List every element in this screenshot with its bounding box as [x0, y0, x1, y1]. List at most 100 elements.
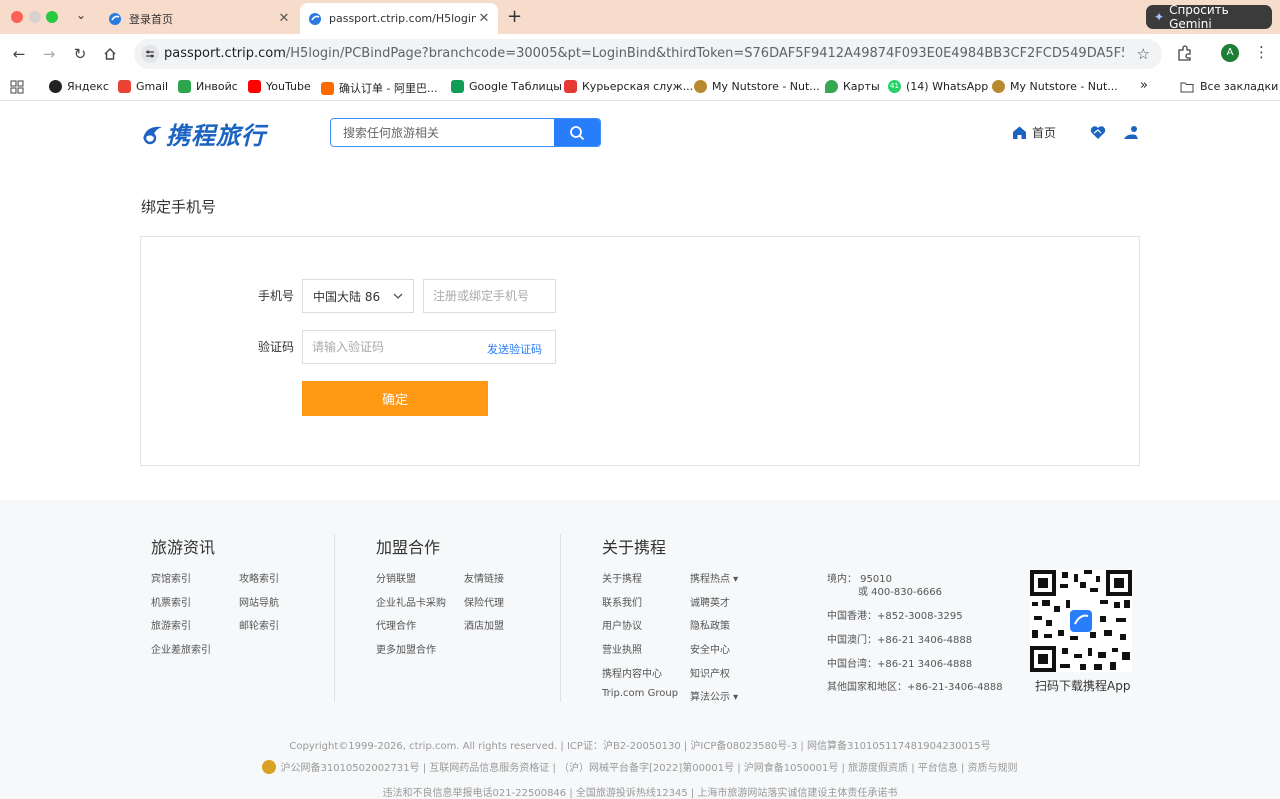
- bookmark-youtube[interactable]: YouTube: [248, 80, 311, 93]
- footer-link[interactable]: Trip.com Group: [602, 688, 678, 699]
- bookmark-label: My Nutstore - Nut...: [1010, 80, 1118, 93]
- user-icon[interactable]: [1122, 124, 1140, 142]
- tab-close-icon[interactable]: ✕: [476, 11, 492, 26]
- site-settings-tune-icon[interactable]: [140, 44, 160, 64]
- bookmark-alibaba[interactable]: 确认订单 - 阿里巴...: [321, 80, 437, 96]
- bookmark-google-sheets[interactable]: Google Таблицы: [451, 80, 562, 93]
- youtube-icon: [248, 80, 261, 93]
- footer-link[interactable]: 宾馆索引: [151, 570, 191, 585]
- footer-link[interactable]: 分销联盟: [376, 570, 416, 585]
- footer-link[interactable]: 酒店加盟: [464, 617, 504, 632]
- footer-link[interactable]: 代理合作: [376, 617, 416, 632]
- footer-link[interactable]: 攻略索引: [239, 570, 279, 585]
- browser-toolbar: ← → ↻ passport.ctrip.com/H5login/PCBindP…: [0, 34, 1280, 74]
- footer-link[interactable]: 联系我们: [602, 594, 642, 609]
- bookmark-label: Яндекс: [67, 80, 109, 93]
- search-button[interactable]: [554, 119, 600, 146]
- contact-macau: 中国澳门：+86-21 3406-4888: [827, 635, 973, 646]
- footer-link[interactable]: 企业礼品卡采购: [376, 594, 446, 609]
- extensions-puzzle-icon[interactable]: [1176, 45, 1194, 63]
- forward-arrow-icon[interactable]: →: [37, 42, 61, 66]
- bookmark-nutstore-1[interactable]: My Nutstore - Nut...: [694, 80, 820, 93]
- footer-link[interactable]: 友情链接: [464, 570, 504, 585]
- bookmark-star-icon[interactable]: ☆: [1137, 45, 1150, 63]
- heart-icon[interactable]: [1089, 124, 1107, 142]
- minimize-window-button[interactable]: [29, 11, 41, 23]
- footer-link[interactable]: 关于携程: [602, 570, 642, 585]
- address-bar[interactable]: passport.ctrip.com/H5login/PCBindPage?br…: [134, 39, 1162, 69]
- browser-tab-bar: ⌄ 登录首页 ✕ passport.ctrip.com/H5login/P ✕ …: [0, 0, 1280, 34]
- footer-link[interactable]: 旅游索引: [151, 617, 191, 632]
- browser-menu-icon[interactable]: ⋮: [1254, 43, 1269, 61]
- tab-close-icon[interactable]: ✕: [276, 11, 292, 26]
- close-window-button[interactable]: [11, 11, 23, 23]
- copyright-line-2-text[interactable]: 沪公网备31010502002731号 | 互联网药品信息服务资格证 | （沪）…: [280, 763, 1017, 774]
- search-icon: [570, 125, 585, 140]
- bookmark-nutstore-2[interactable]: My Nutstore - Nut...: [992, 80, 1118, 93]
- footer-link[interactable]: 保险代理: [464, 594, 504, 609]
- tab-search-chevron-icon[interactable]: ⌄: [76, 8, 86, 22]
- bookmarks-bar: Яндекс Gmail Инвойс YouTube 确认订单 - 阿里巴..…: [0, 74, 1280, 101]
- bookmark-gmail[interactable]: Gmail: [118, 80, 168, 93]
- footer-link[interactable]: 安全中心: [690, 641, 730, 656]
- bookmark-label: Инвойс: [196, 80, 238, 93]
- home-icon[interactable]: [98, 42, 122, 66]
- footer-link[interactable]: 算法公示 ▾: [690, 688, 738, 703]
- contact-domestic-alt: 或 400-830-6666: [858, 587, 943, 598]
- copyright-line-2: 沪公网备31010502002731号 | 互联网药品信息服务资格证 | （沪）…: [0, 759, 1280, 775]
- home-label: 首页: [1032, 126, 1057, 140]
- footer-link[interactable]: 营业执照: [602, 641, 642, 656]
- footer-link[interactable]: 网站导航: [239, 594, 279, 609]
- ctrip-logo[interactable]: 携程旅行: [140, 116, 266, 151]
- home-icon: [1013, 126, 1026, 139]
- gmail-icon: [118, 80, 131, 93]
- tab-title: passport.ctrip.com/H5login/P: [329, 12, 476, 25]
- footer-link[interactable]: 机票索引: [151, 594, 191, 609]
- confirm-button[interactable]: 确定: [302, 381, 488, 416]
- country-code-select[interactable]: 中国大陆 86: [302, 279, 414, 313]
- footer-link[interactable]: 诚聘英才: [690, 594, 730, 609]
- bookmark-label: My Nutstore - Nut...: [712, 80, 820, 93]
- all-bookmarks-folder[interactable]: Все закладки: [1180, 80, 1278, 93]
- footer-link[interactable]: 企业差旅索引: [151, 641, 211, 656]
- courier-icon: [564, 80, 577, 93]
- ctrip-dolphin-icon: [143, 126, 162, 144]
- more-bookmarks-chevron-icon[interactable]: »: [1140, 78, 1148, 93]
- bookmark-yandex[interactable]: Яндекс: [49, 80, 109, 93]
- bookmark-whatsapp[interactable]: 41 (14) WhatsApp: [888, 80, 988, 93]
- apps-grid-icon[interactable]: [10, 80, 24, 94]
- tab-login-home[interactable]: 登录首页 ✕: [100, 3, 298, 34]
- reload-icon[interactable]: ↻: [68, 42, 92, 66]
- footer-link[interactable]: 知识产权: [690, 665, 730, 680]
- bookmark-maps[interactable]: Карты: [825, 80, 880, 93]
- footer-link[interactable]: 携程内容中心: [602, 665, 662, 680]
- phone-number-input[interactable]: [423, 279, 556, 313]
- footer-link[interactable]: 更多加盟合作: [376, 641, 436, 656]
- search-input[interactable]: [331, 119, 555, 146]
- ask-gemini-button[interactable]: ✦ Спросить Gemini: [1146, 3, 1272, 31]
- whatsapp-icon: 41: [888, 80, 901, 93]
- tab-passport-bind[interactable]: passport.ctrip.com/H5login/P ✕: [300, 3, 498, 34]
- bookmark-label: Gmail: [136, 80, 169, 93]
- all-bookmarks-label: Все закладки: [1200, 80, 1279, 93]
- code-label: 验证码: [258, 340, 295, 354]
- bookmark-label: Google Таблицы: [469, 80, 562, 93]
- contact-hongkong: 中国香港：+852-3008-3295: [827, 611, 963, 622]
- footer-link[interactable]: 邮轮索引: [239, 617, 279, 632]
- maximize-window-button[interactable]: [46, 11, 58, 23]
- site-home-link[interactable]: 首页: [1012, 124, 1056, 141]
- profile-avatar[interactable]: A: [1221, 44, 1239, 62]
- bookmark-courier[interactable]: Курьерская служ...: [564, 80, 693, 93]
- bookmark-invoice[interactable]: Инвойс: [178, 80, 238, 93]
- back-arrow-icon[interactable]: ←: [7, 42, 31, 66]
- footer-link[interactable]: 携程热点 ▾: [690, 570, 738, 585]
- send-code-link[interactable]: 发送验证码: [487, 341, 542, 357]
- footer-link[interactable]: 隐私政策: [690, 617, 730, 632]
- page-title: 绑定手机号: [141, 198, 217, 216]
- new-tab-plus-icon[interactable]: +: [507, 6, 522, 27]
- sheets-icon: [451, 80, 464, 93]
- alibaba-icon: [321, 81, 334, 95]
- footer-title-travel-info: 旅游资讯: [151, 538, 216, 557]
- footer-link[interactable]: 用户协议: [602, 617, 642, 632]
- gemini-label: Спросить Gemini: [1169, 3, 1229, 31]
